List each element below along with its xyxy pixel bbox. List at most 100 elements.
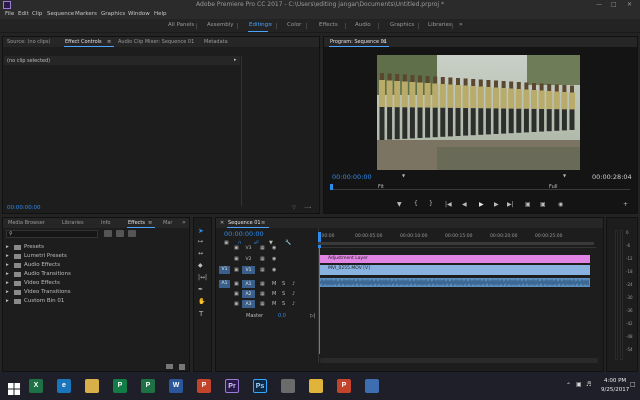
eye-icon[interactable]: ◉ — [272, 245, 276, 251]
workspace-libraries[interactable]: Libraries — [428, 22, 452, 28]
taskbar-excel-icon[interactable]: X — [29, 379, 43, 393]
workspace-menu-icon[interactable]: ≡ — [268, 22, 272, 28]
track-target[interactable]: A2 — [242, 290, 255, 298]
taskbar-time[interactable]: 4:00 PM — [604, 378, 626, 384]
source-patch-a1[interactable]: A1 — [219, 280, 230, 288]
go-to-out-icon[interactable]: ▶| — [507, 201, 514, 208]
tab-source[interactable]: Source: (no clips) — [7, 39, 50, 45]
program-playhead[interactable] — [330, 184, 333, 190]
timeline-timecode[interactable]: 00:00:00:00 — [224, 230, 264, 238]
sync-lock-icon[interactable]: ▦ — [260, 291, 265, 297]
taskbar-chrome-icon[interactable] — [309, 379, 323, 393]
tab-media-browser[interactable]: Media Browser — [8, 220, 45, 226]
maximize-button[interactable]: □ — [611, 1, 617, 8]
work-area-bar[interactable] — [318, 242, 594, 245]
yuv-effects-icon[interactable] — [128, 230, 136, 237]
taskbar-app-gray-icon[interactable] — [281, 379, 295, 393]
taskbar-premiere-icon[interactable]: Pr — [225, 379, 239, 393]
mic-icon[interactable]: ♪ — [292, 301, 295, 307]
taskbar-ie-icon[interactable]: e — [57, 379, 71, 393]
solo-icon[interactable]: S — [282, 291, 285, 297]
adjustment-layer-clip[interactable]: Adjustment Layer — [320, 255, 590, 263]
taskbar-photoshop-icon[interactable]: Ps — [253, 379, 267, 393]
effects-list-item[interactable]: ▸ Video Transitions — [6, 288, 186, 297]
go-to-in-icon[interactable]: |◀ — [445, 201, 452, 208]
workspace-all-panels[interactable]: All Panels — [168, 22, 194, 28]
workspace-overflow-icon[interactable]: » — [459, 21, 463, 28]
tab-markers[interactable]: Mar — [163, 220, 172, 226]
sequence-menu-icon[interactable]: ≡ — [261, 220, 265, 226]
track-target[interactable]: A1 — [242, 280, 255, 288]
disclosure-triangle-icon[interactable]: ▸ — [6, 253, 9, 259]
disclosure-triangle-icon[interactable]: ▸ — [6, 289, 9, 295]
audio-clip[interactable] — [320, 278, 590, 287]
tray-up-icon[interactable]: ⌃ — [566, 382, 571, 389]
workspace-audio[interactable]: Audio — [355, 22, 371, 28]
lock-icon[interactable]: ▣ — [234, 281, 239, 287]
track-target[interactable]: V2 — [242, 255, 255, 263]
delete-icon[interactable] — [179, 364, 185, 370]
lock-icon[interactable]: ▣ — [234, 291, 239, 297]
go-to-icon[interactable]: ⟶ — [304, 205, 311, 211]
button-editor-icon[interactable]: + — [623, 201, 628, 208]
effects-list-item[interactable]: ▸ Audio Effects — [6, 261, 186, 270]
slip-tool-icon[interactable]: |↔| — [198, 274, 207, 281]
tab-effect-controls[interactable]: Effect Controls — [65, 39, 102, 45]
effects-search-input[interactable]: ⚲ — [6, 230, 98, 238]
sequence-tab[interactable]: Sequence 01 — [228, 220, 261, 226]
new-bin-icon[interactable] — [166, 364, 173, 369]
effects-list-item[interactable]: ▸ Custom Bin 01 — [6, 297, 186, 306]
eye-icon[interactable]: ◉ — [272, 267, 276, 273]
effect-controls-menu-icon[interactable]: ≡ — [107, 39, 111, 45]
workspace-color[interactable]: Color — [287, 22, 301, 28]
master-volume-value[interactable]: 0.0 — [278, 313, 286, 319]
disclosure-triangle-icon[interactable]: ▸ — [6, 271, 9, 277]
video-clip[interactable]: MVI_0255.MOV [V] — [320, 265, 590, 275]
program-menu-icon[interactable]: ≡ — [382, 39, 386, 45]
taskbar-powerpoint2-icon[interactable]: P — [337, 379, 351, 393]
mic-icon[interactable]: ♪ — [292, 281, 295, 287]
taskbar-explorer-icon[interactable] — [85, 379, 99, 393]
tab-libraries[interactable]: Libraries — [62, 220, 84, 226]
effects-list-item[interactable]: ▸ Video Effects — [6, 279, 186, 288]
taskbar-word-icon[interactable]: W — [169, 379, 183, 393]
minimize-button[interactable]: — — [596, 1, 602, 8]
effects-list-item[interactable]: ▸ Lumetri Presets — [6, 252, 186, 261]
selection-tool-icon[interactable]: ➤ — [198, 227, 204, 235]
menu-window[interactable]: Window — [128, 11, 150, 17]
sync-lock-icon[interactable]: ▦ — [260, 256, 265, 262]
sync-lock-icon[interactable]: ▦ — [260, 301, 265, 307]
add-marker-icon[interactable]: ▼ — [397, 201, 402, 208]
workspace-assembly[interactable]: Assembly — [207, 22, 234, 28]
lock-icon[interactable]: ▣ — [234, 256, 239, 262]
tab-audio-clip-mixer[interactable]: Audio Clip Mixer: Sequence 01 — [118, 39, 194, 45]
workspace-effects[interactable]: Effects — [319, 22, 338, 28]
menu-file[interactable]: File — [5, 11, 14, 17]
close-sequence-icon[interactable]: ✕ — [220, 220, 224, 226]
sync-lock-icon[interactable]: ▦ — [260, 267, 265, 273]
effects-menu-icon[interactable]: ≡ — [148, 220, 152, 226]
notification-icon[interactable]: □ — [630, 381, 636, 388]
disclosure-triangle-icon[interactable]: ▸ — [6, 280, 9, 286]
menu-markers[interactable]: Markers — [75, 11, 97, 17]
mute-icon[interactable]: M — [272, 281, 276, 287]
taskbar-date[interactable]: 9/25/2017 — [601, 387, 629, 393]
32bit-effects-icon[interactable] — [116, 230, 124, 237]
program-scrubber[interactable] — [330, 184, 630, 192]
extract-icon[interactable]: ▣ — [540, 201, 546, 208]
disclosure-triangle-icon[interactable]: ▸ — [6, 262, 9, 268]
lift-icon[interactable]: ▣ — [525, 201, 531, 208]
mark-in-icon[interactable]: { — [414, 200, 418, 207]
menu-clip[interactable]: Clip — [32, 11, 42, 17]
tab-metadata[interactable]: Metadata — [204, 39, 228, 45]
solo-icon[interactable]: S — [282, 301, 285, 307]
lock-icon[interactable]: ▣ — [234, 267, 239, 273]
menu-help[interactable]: Help — [154, 11, 167, 17]
accelerated-effects-icon[interactable] — [104, 230, 112, 237]
fit-dropdown[interactable]: Fit ▼ — [378, 173, 408, 190]
track-target[interactable]: A3 — [242, 300, 255, 308]
mic-icon[interactable]: ♪ — [292, 291, 295, 297]
source-patch-v1[interactable]: V1 — [219, 266, 230, 274]
lock-icon[interactable]: ▣ — [234, 245, 239, 251]
close-button[interactable]: ✕ — [627, 1, 632, 8]
